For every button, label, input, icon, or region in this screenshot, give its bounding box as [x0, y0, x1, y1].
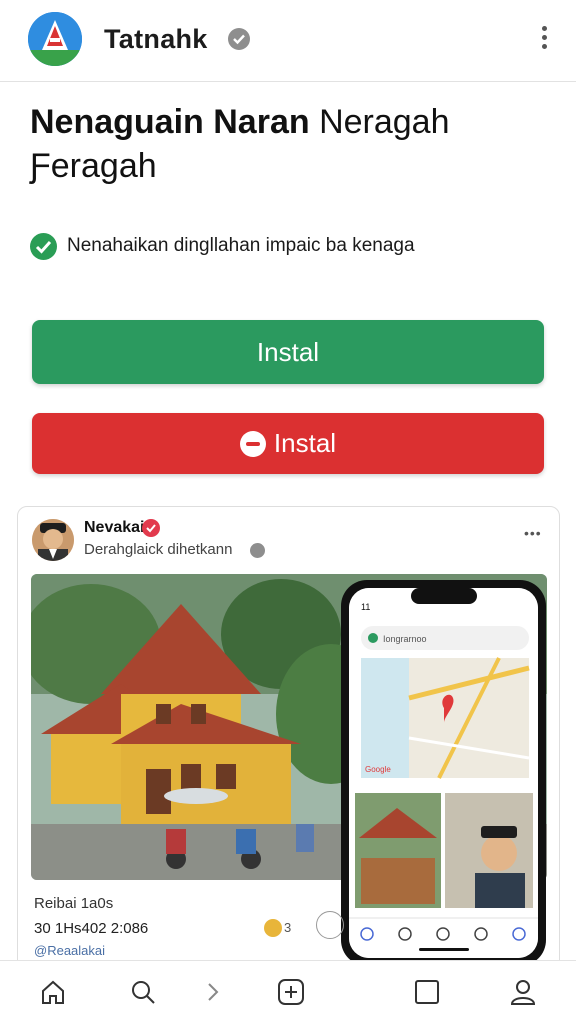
- poster-name[interactable]: Nevakai: [84, 519, 145, 537]
- post-caption-2: 30 1Hs402 2:086: [34, 920, 149, 937]
- plus-square-icon[interactable]: [276, 977, 306, 1007]
- phone-search-text: Iongrarnoo: [383, 634, 427, 644]
- search-icon[interactable]: [128, 977, 158, 1007]
- square-icon[interactable]: [412, 977, 442, 1007]
- headline-line2: Ƒeragah: [30, 147, 157, 185]
- avatar[interactable]: [32, 519, 74, 561]
- phone-map-label: Google: [365, 765, 391, 774]
- feature-row: Nenahaikan dingllahan impaic ba kenaga: [30, 231, 550, 261]
- phone-mockup: 11 Iongrarnoo Google: [341, 580, 546, 966]
- poster-subtitle: Derahglaick dihetkann: [84, 541, 233, 558]
- install-red-icon: [239, 430, 266, 457]
- svg-text:11: 11: [361, 602, 370, 612]
- reaction-icon[interactable]: [264, 919, 282, 937]
- reaction-count: 3: [284, 920, 292, 935]
- install-label-red: Instal: [273, 428, 337, 458]
- install-button-red[interactable]: Instal: [32, 413, 544, 474]
- install-label-green: Instal: [256, 336, 320, 367]
- feature-text: Nenahaikan dingllahan impaic ba kenaga: [67, 235, 415, 256]
- headline-bold: Nenaguain Naran: [30, 103, 310, 141]
- install-button-green[interactable]: Instal: [32, 320, 544, 384]
- post-more-icon[interactable]: •••: [524, 525, 542, 541]
- headline-light: Neragah: [319, 103, 450, 141]
- verified-badge-icon: [142, 519, 160, 537]
- kebab-menu-icon[interactable]: [530, 26, 558, 56]
- post-caption-1: Reibai 1a0s: [34, 895, 114, 912]
- post-caption-3[interactable]: @Reaalakai: [34, 943, 105, 958]
- phone-screen: 11 Iongrarnoo Google: [349, 588, 538, 958]
- profile-icon[interactable]: [508, 977, 538, 1007]
- app-title: Tatnahk: [104, 24, 208, 54]
- chevron-right-icon[interactable]: [198, 977, 228, 1007]
- page-headline: Nenaguain Naran Neragah Ƒeragah: [30, 100, 550, 188]
- verified-icon: [228, 28, 250, 50]
- globe-icon: [250, 543, 265, 558]
- app-logo-icon[interactable]: [28, 12, 82, 66]
- app-header: Tatnahk: [0, 0, 576, 82]
- check-circle-icon: [30, 233, 57, 260]
- bottom-nav: [0, 960, 576, 1024]
- circle-action-button[interactable]: [316, 911, 344, 939]
- home-icon[interactable]: [38, 977, 68, 1007]
- post-card: Nevakai Derahglaick dihetkann ••• 11 Ion…: [17, 506, 560, 976]
